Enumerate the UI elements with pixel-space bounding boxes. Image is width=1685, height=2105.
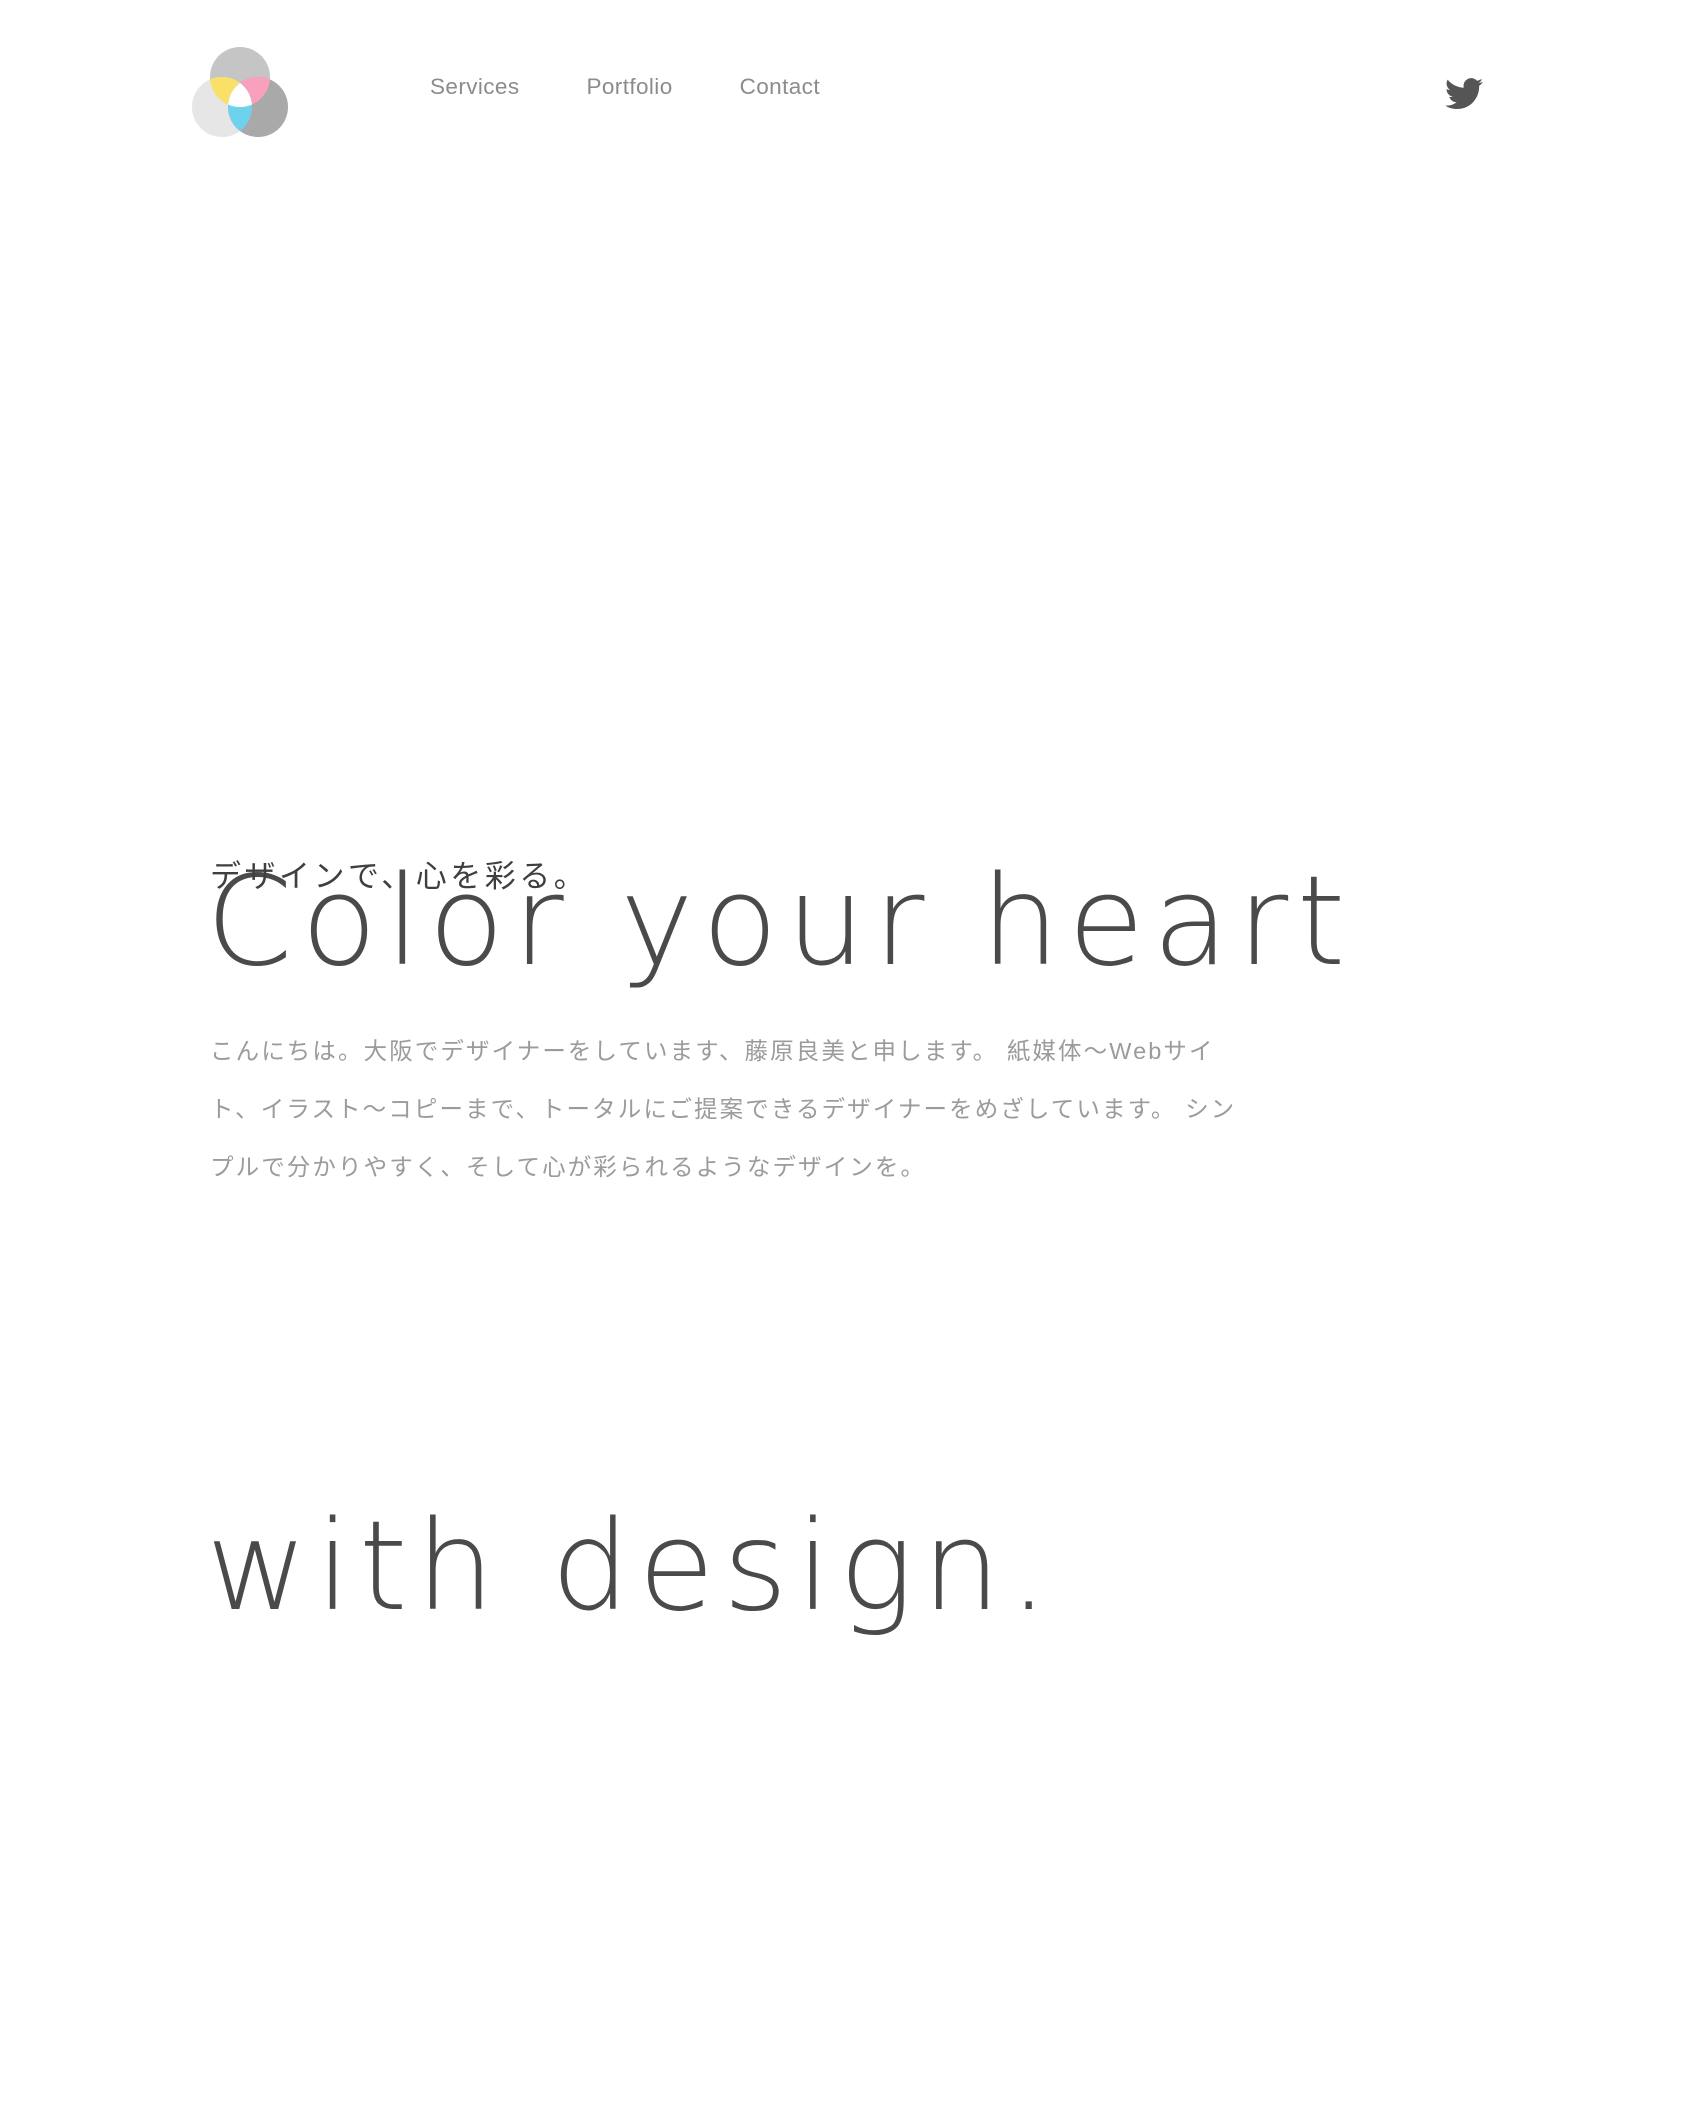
venn-circles-icon [192,47,288,137]
nav-item-contact[interactable]: Contact [740,75,820,99]
hero-body-text: こんにちは。大阪でデザイナーをしています、藤原良美と申します。 紙媒体〜Webサ… [210,1038,1237,1180]
page-title-line-1: Color your heart [206,850,1354,994]
page-title: Color your heart with design. [206,385,1354,2105]
main-navigation: Services Portfolio Contact [430,75,820,99]
page-title-line-2: with design. [206,1495,1057,1639]
venn-circles-logo[interactable] [192,44,288,140]
nav-item-services[interactable]: Services [430,75,519,99]
twitter-bird-icon [1445,78,1483,110]
hero-subtitle: デザインで、心を彩る。 [210,859,589,894]
nav-item-portfolio[interactable]: Portfolio [586,75,672,99]
twitter-link[interactable] [1445,78,1483,112]
site-header: Services Portfolio Contact [0,0,1685,190]
